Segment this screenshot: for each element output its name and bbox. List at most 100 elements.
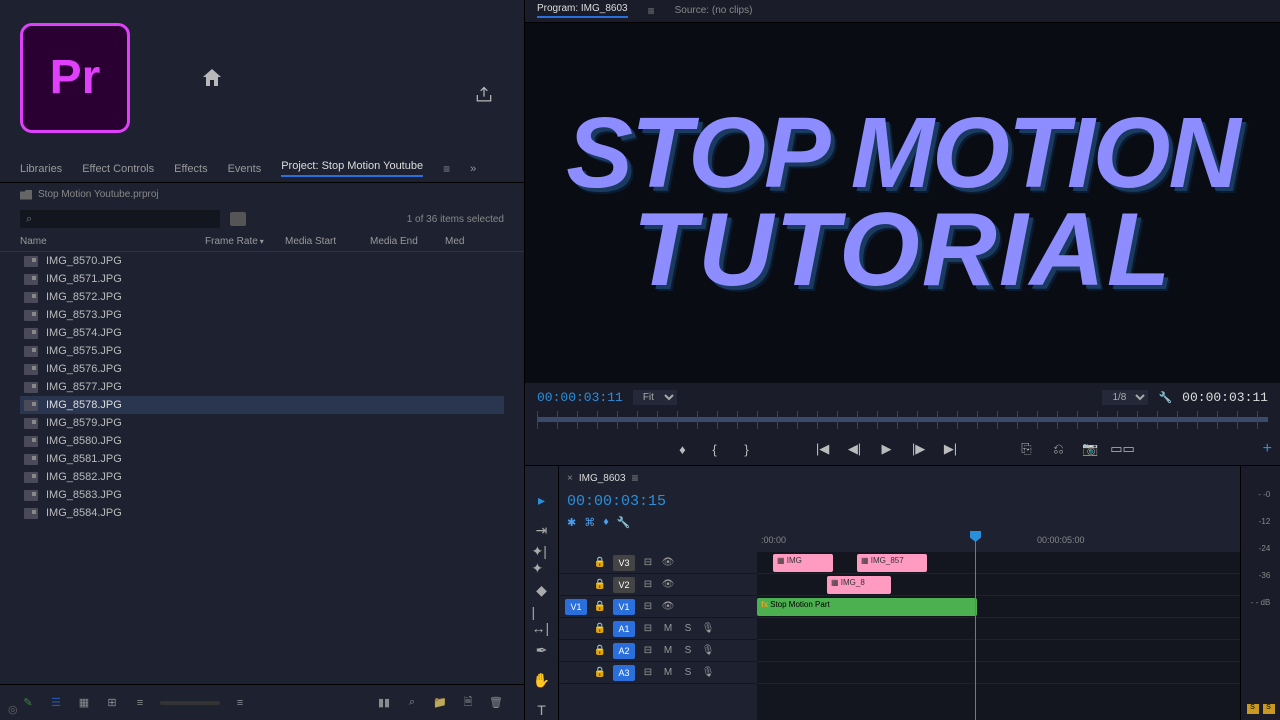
trash-icon[interactable]: 🗑 (488, 695, 504, 711)
lock-icon[interactable]: 🔒 (593, 557, 607, 568)
cc-icon[interactable]: ◎ (8, 703, 18, 716)
settings-icon[interactable]: 🔧 (1158, 391, 1172, 404)
eye-icon[interactable]: 👁 (661, 557, 675, 568)
type-tool-icon[interactable]: T (532, 700, 552, 720)
thumbnail-slider[interactable] (160, 701, 220, 705)
file-row[interactable]: IMG_8579.JPG (20, 414, 504, 432)
track-select-icon[interactable]: ⇥ (532, 520, 552, 540)
output-icon[interactable]: ⊟ (641, 667, 655, 678)
lock-icon[interactable]: 🔒 (593, 579, 607, 590)
file-row[interactable]: IMG_8584.JPG (20, 504, 504, 522)
col-name[interactable]: Name (20, 236, 205, 247)
pen-icon[interactable]: ✎ (20, 695, 36, 711)
play-icon[interactable]: ▶ (878, 440, 896, 458)
solo-icon[interactable]: S (681, 645, 695, 656)
track-target[interactable]: A2 (613, 643, 635, 659)
zoom-select[interactable]: Fit (633, 390, 677, 405)
playhead[interactable] (975, 532, 976, 720)
mark-in-icon[interactable]: { (706, 440, 724, 458)
file-row[interactable]: IMG_8570.JPG (20, 252, 504, 270)
tab-project[interactable]: Project: Stop Motion Youtube (281, 160, 423, 177)
program-tab[interactable]: Program: IMG_8603 (537, 3, 628, 18)
col-media-end[interactable]: Media End (370, 236, 445, 247)
output-icon[interactable]: ⊟ (641, 601, 655, 612)
slip-tool-icon[interactable]: |↔| (532, 610, 552, 630)
solo-icon[interactable]: S (681, 623, 695, 634)
file-row[interactable]: IMG_8575.JPG (20, 342, 504, 360)
output-icon[interactable]: ⊟ (641, 579, 655, 590)
timeline-menu-icon[interactable]: ≡ (632, 471, 639, 485)
track-target[interactable]: A3 (613, 665, 635, 681)
source-patch[interactable]: V1 (565, 599, 587, 615)
go-to-out-icon[interactable]: ▶| (942, 440, 960, 458)
find-icon[interactable]: ⌕ (404, 695, 420, 711)
timeline-clip[interactable]: ▦ IMG_857 (857, 554, 927, 572)
search-input[interactable] (20, 210, 220, 228)
timeline-ruler[interactable]: :00:0000:00:05:00 (757, 532, 1240, 552)
new-bin-icon[interactable]: 📁 (432, 695, 448, 711)
bin-icon[interactable] (230, 212, 246, 226)
panel-menu-icon[interactable]: ≡ (443, 162, 450, 176)
tab-events[interactable]: Events (228, 163, 262, 175)
eye-icon[interactable]: 👁 (661, 601, 675, 612)
freeform-view-icon[interactable]: ⊞ (104, 695, 120, 711)
linked-selection-icon[interactable]: ⌘ (584, 516, 595, 529)
program-monitor[interactable]: STOP MOTION TUTORIAL (525, 23, 1280, 383)
resolution-select[interactable]: 1/8 (1102, 390, 1148, 405)
file-row[interactable]: IMG_8573.JPG (20, 306, 504, 324)
snap-icon[interactable]: ✱ (567, 516, 576, 529)
voice-icon[interactable]: 🎙 (701, 645, 715, 656)
timeline-timecode[interactable]: 00:00:03:15 (567, 493, 666, 510)
solo-left[interactable]: S (1247, 704, 1259, 714)
lock-icon[interactable]: 🔒 (593, 645, 607, 656)
solo-right[interactable]: S (1263, 704, 1275, 714)
settings-icon[interactable]: 🔧 (617, 516, 631, 529)
output-icon[interactable]: ⊟ (641, 557, 655, 568)
col-med[interactable]: Med (445, 236, 485, 247)
file-row[interactable]: IMG_8576.JPG (20, 360, 504, 378)
file-row[interactable]: IMG_8582.JPG (20, 468, 504, 486)
tab-libraries[interactable]: Libraries (20, 163, 62, 175)
output-icon[interactable]: ⊟ (641, 645, 655, 656)
file-row[interactable]: IMG_8581.JPG (20, 450, 504, 468)
selection-tool-icon[interactable]: ▸ (532, 490, 552, 510)
icon-view-icon[interactable]: ▦ (76, 695, 92, 711)
program-menu-icon[interactable]: ≡ (648, 4, 655, 18)
file-row[interactable]: IMG_8572.JPG (20, 288, 504, 306)
button-editor-icon[interactable]: + (1263, 440, 1272, 458)
add-marker-icon[interactable]: ♦ (674, 440, 692, 458)
voice-icon[interactable]: 🎙 (701, 667, 715, 678)
tab-effects[interactable]: Effects (174, 163, 207, 175)
lock-icon[interactable]: 🔒 (593, 623, 607, 634)
hand-tool-icon[interactable]: ✋ (532, 670, 552, 690)
mute-icon[interactable]: M (661, 645, 675, 656)
ripple-edit-icon[interactable]: ✦|✦ (532, 550, 552, 570)
lock-icon[interactable]: 🔒 (593, 601, 607, 612)
track-clips-area[interactable]: :00:0000:00:05:00▦ IMG▦ IMG_857▦ IMG_8fx… (757, 532, 1240, 720)
voice-icon[interactable]: 🎙 (701, 623, 715, 634)
program-ruler[interactable] (537, 411, 1268, 429)
file-row[interactable]: IMG_8574.JPG (20, 324, 504, 342)
program-timecode-left[interactable]: 00:00:03:11 (537, 390, 623, 405)
timeline-clip[interactable]: ▦ IMG (773, 554, 833, 572)
solo-icon[interactable]: S (681, 667, 695, 678)
pen-tool-icon[interactable]: ✒ (532, 640, 552, 660)
extract-icon[interactable]: ⎌ (1050, 440, 1068, 458)
timeline-clip[interactable]: ▦ IMG_8 (827, 576, 891, 594)
step-forward-icon[interactable]: |▶ (910, 440, 928, 458)
home-icon[interactable] (200, 66, 224, 90)
col-framerate[interactable]: Frame Rate▾ (205, 236, 285, 247)
automate-icon[interactable]: ▮▮ (376, 695, 392, 711)
sequence-tab[interactable]: IMG_8603 (579, 473, 626, 484)
comparison-icon[interactable]: ▭▭ (1114, 440, 1132, 458)
output-icon[interactable]: ⊟ (641, 623, 655, 634)
mute-icon[interactable]: M (661, 623, 675, 634)
sort-icon[interactable]: ≡ (132, 695, 148, 711)
file-row[interactable]: IMG_8577.JPG (20, 378, 504, 396)
marker-icon[interactable]: ♦ (603, 516, 609, 528)
track-target[interactable]: V3 (613, 555, 635, 571)
list-view-icon[interactable]: ☰ (48, 695, 64, 711)
track-target[interactable]: A1 (613, 621, 635, 637)
sort-dir-icon[interactable]: ≡ (232, 695, 248, 711)
file-row[interactable]: IMG_8571.JPG (20, 270, 504, 288)
